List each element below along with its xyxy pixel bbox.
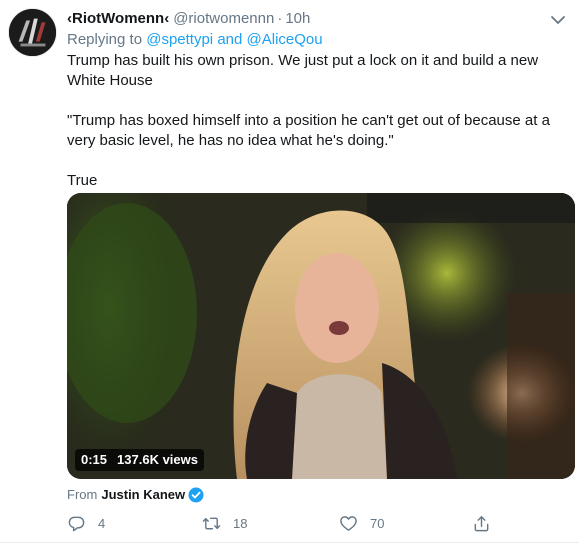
- retweet-icon: [202, 517, 221, 529]
- media-source: From Justin Kanew: [67, 486, 204, 504]
- like-count: 70: [370, 515, 385, 531]
- tweet-menu-button[interactable]: [549, 11, 567, 29]
- replying-to: Replying to @spettypi and @AliceQou: [67, 30, 323, 50]
- separator-dot: ·: [277, 10, 283, 27]
- share-icon: [474, 515, 489, 531]
- tweet-text-paragraph: Trump has built his own prison. We just …: [67, 52, 539, 89]
- avatar-image: [9, 9, 56, 56]
- share-button[interactable]: [472, 512, 491, 534]
- reply-button[interactable]: 4: [67, 512, 105, 534]
- media-source-label: From: [67, 487, 98, 502]
- tweet-actions: 4 18 70: [67, 512, 507, 534]
- mention-link[interactable]: @spettypi: [146, 31, 213, 48]
- tweet-text-paragraph: True: [67, 172, 98, 189]
- reply-icon: [68, 516, 85, 531]
- like-button[interactable]: 70: [339, 512, 384, 534]
- tweet-text: Trump has built his own prison. We just …: [67, 51, 567, 191]
- video-player[interactable]: 0:15 137.6K views: [67, 193, 575, 479]
- tweet-header: ‹RiotWomenn‹ @riotwomennn · 10h: [67, 9, 310, 29]
- reply-count: 4: [98, 515, 106, 531]
- video-thumbnail: [67, 193, 575, 479]
- replying-to-label: Replying to: [67, 31, 143, 48]
- verified-badge-icon: [188, 487, 204, 503]
- retweet-button[interactable]: 18: [202, 512, 247, 534]
- tweet-timestamp[interactable]: 10h: [285, 10, 310, 27]
- tweet-text-paragraph: "Trump has boxed himself into a position…: [67, 112, 550, 149]
- media-source-account[interactable]: Justin Kanew: [101, 486, 185, 504]
- chevron-down-icon: [551, 16, 565, 24]
- retweet-count: 18: [233, 515, 248, 531]
- video-duration: 0:15: [81, 452, 108, 467]
- heart-icon: [340, 515, 357, 531]
- video-view-count: 137.6K views: [117, 452, 198, 467]
- tweet[interactable]: ‹RiotWomenn‹ @riotwomennn · 10h Replying to…: [0, 0, 579, 543]
- author-name[interactable]: ‹RiotWomenn‹: [67, 10, 169, 27]
- author-handle[interactable]: @riotwomennn: [173, 10, 274, 27]
- video-stats-badge: 0:15 137.6K views: [75, 449, 204, 471]
- mention-link[interactable]: @AliceQou: [247, 31, 323, 48]
- avatar[interactable]: [8, 8, 57, 57]
- mention-conjunction[interactable]: and: [217, 31, 242, 48]
